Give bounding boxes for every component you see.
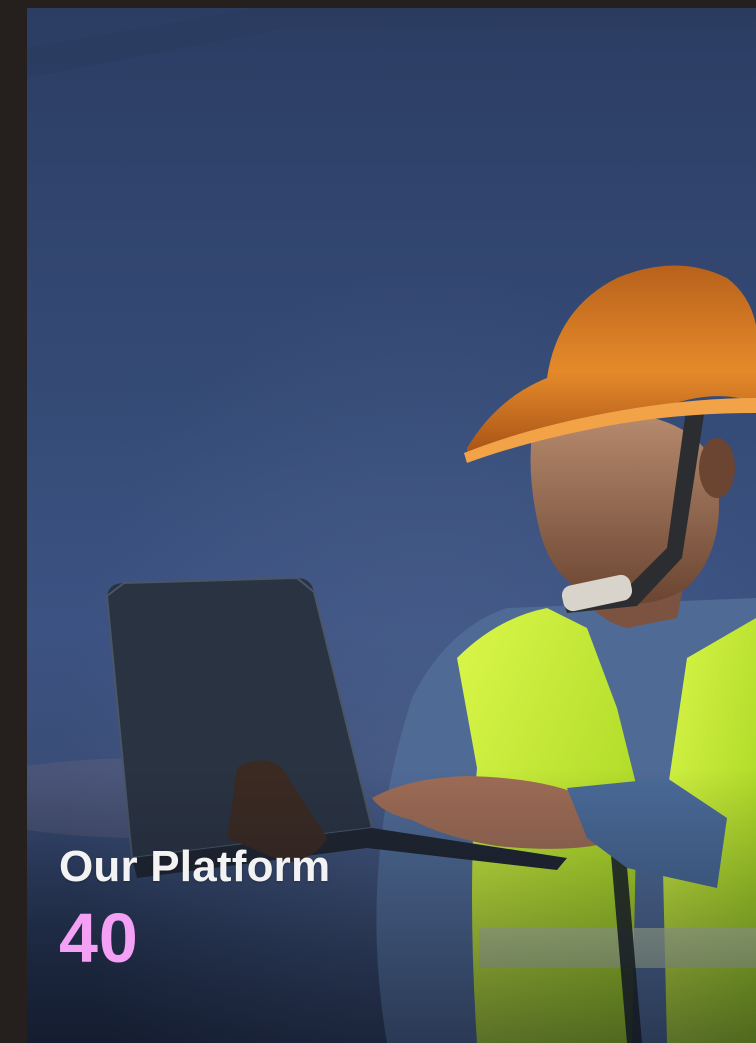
- platform-card[interactable]: Our Platform 40: [27, 8, 756, 1043]
- card-number: 40: [59, 899, 139, 977]
- page-frame: Our Platform 40: [0, 0, 756, 1043]
- card-title: Our Platform: [59, 842, 331, 891]
- card-caption: Our Platform 40: [59, 842, 331, 977]
- worker-ear: [699, 438, 735, 498]
